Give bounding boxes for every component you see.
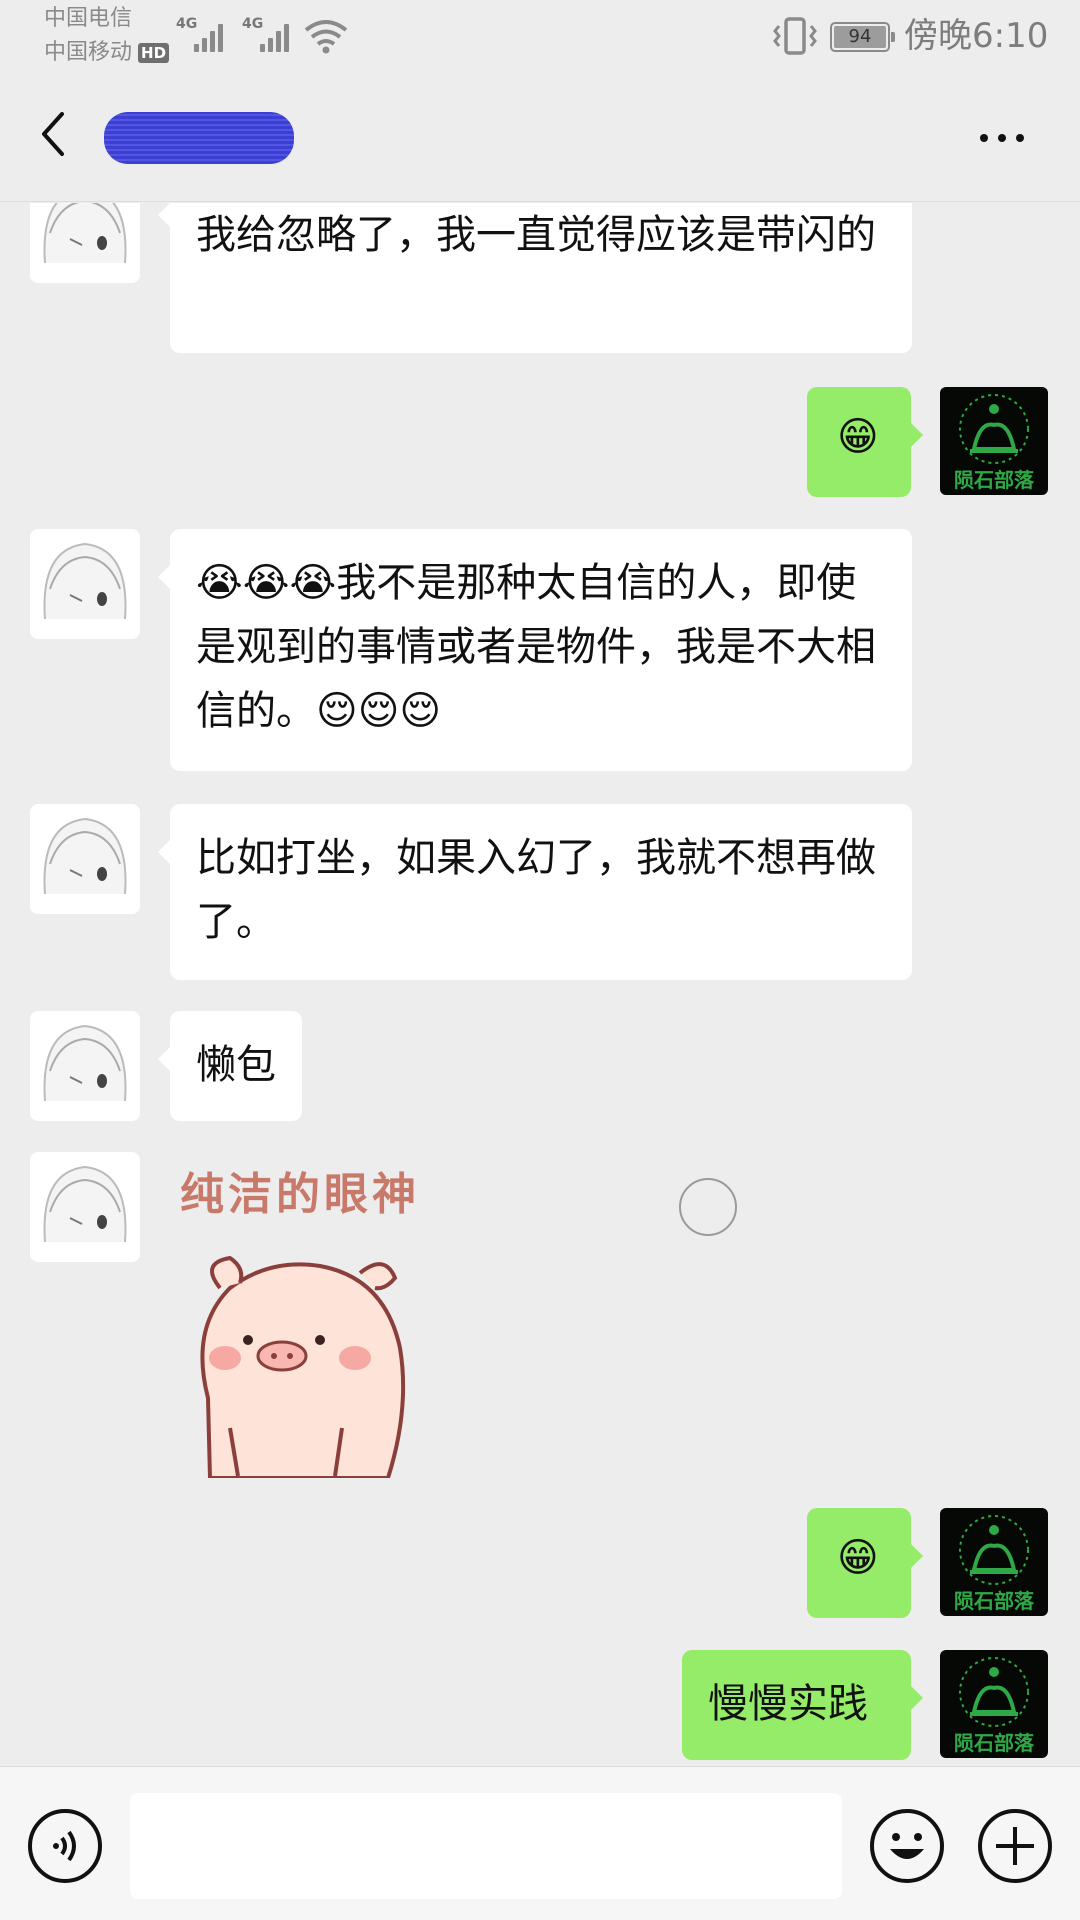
avatar-self[interactable]: 陨石部落 [940, 387, 1048, 495]
more-dots-icon[interactable] [972, 118, 1032, 158]
chat-screen: 中国电信 中国移动 HD 4G 4G 94 傍晚6:10 我给忽略了，我一直觉得… [0, 0, 1080, 1920]
carrier-2-label: 中国移动 [44, 40, 133, 65]
battery-level: 94 [834, 26, 886, 48]
avatar-contact[interactable] [30, 804, 140, 914]
vibrate-icon [773, 17, 817, 55]
message-bubble[interactable]: 😭😭😭我不是那种太自信的人，即使是观到的事情或者是物件，我是不大相信的。😌😌😌 [158, 529, 912, 771]
message-list[interactable]: 我给忽略了，我一直觉得应该是带闪的 😁 陨石部落 😭😭😭我不是那种太自信的人，即… [0, 203, 1080, 1765]
crying-emoji: 😭 [196, 560, 243, 606]
message-text: 懒包 [196, 1042, 276, 1088]
touch-indicator [679, 1178, 737, 1236]
voice-icon[interactable] [28, 1809, 102, 1883]
back-button[interactable] [30, 104, 80, 164]
message-bubble[interactable]: 我给忽略了，我一直觉得应该是带闪的 [158, 203, 912, 353]
message-input[interactable] [130, 1793, 842, 1899]
avatar-contact[interactable] [30, 1152, 140, 1262]
avatar-contact[interactable] [30, 203, 140, 283]
message-text: 慢慢实践 [708, 1681, 868, 1727]
hd-badge: HD [138, 43, 170, 63]
avatar-contact[interactable] [30, 1011, 140, 1121]
carrier-2: 中国移动 HD [44, 38, 170, 68]
relieved-emoji: 😌 [316, 688, 358, 734]
message-text: 比如打坐，如果入幻了，我就不想再做了。 [196, 835, 876, 945]
emoji-icon[interactable] [870, 1809, 944, 1883]
status-bar: 中国电信 中国移动 HD 4G 4G 94 傍晚6:10 [0, 0, 1080, 76]
grin-emoji: 😁 [837, 1535, 879, 1581]
avatar-self[interactable]: 陨石部落 [940, 1650, 1048, 1758]
avatar-self[interactable]: 陨石部落 [940, 1508, 1048, 1616]
crying-emoji: 😭 [242, 560, 290, 606]
message-bubble[interactable]: 懒包 [158, 1011, 302, 1121]
avatar-caption: 陨石部落 [954, 468, 1034, 492]
relieved-emoji: 😌 [399, 688, 442, 734]
plus-icon[interactable] [978, 1809, 1052, 1883]
input-bar [0, 1766, 1080, 1920]
battery-icon: 94 [830, 22, 895, 52]
avatar-contact[interactable] [30, 529, 140, 639]
message-bubble-self[interactable]: 😁 [807, 387, 923, 497]
sticker-pig[interactable]: 纯洁的眼神 [170, 1158, 500, 1478]
chat-title-redacted [104, 112, 294, 164]
grin-emoji: 😁 [837, 414, 879, 460]
chat-header [0, 76, 1080, 202]
crying-emoji: 😭 [289, 560, 337, 606]
avatar-caption: 陨石部落 [954, 1731, 1034, 1755]
sticker-caption: 纯洁的眼神 [180, 1169, 420, 1220]
carrier-1: 中国电信 [44, 6, 133, 31]
avatar-caption: 陨石部落 [954, 1589, 1034, 1613]
message-bubble-self[interactable]: 慢慢实践 [682, 1650, 923, 1760]
status-time: 傍晚6:10 [904, 16, 1049, 56]
message-bubble[interactable]: 比如打坐，如果入幻了，我就不想再做了。 [158, 804, 912, 980]
message-text: 我给忽略了，我一直觉得应该是带闪的 [196, 212, 876, 258]
message-bubble-self[interactable]: 😁 [807, 1508, 923, 1618]
wifi-icon [304, 20, 348, 54]
relieved-emoji: 😌 [357, 688, 400, 734]
pig-illustration [200, 1255, 406, 1478]
